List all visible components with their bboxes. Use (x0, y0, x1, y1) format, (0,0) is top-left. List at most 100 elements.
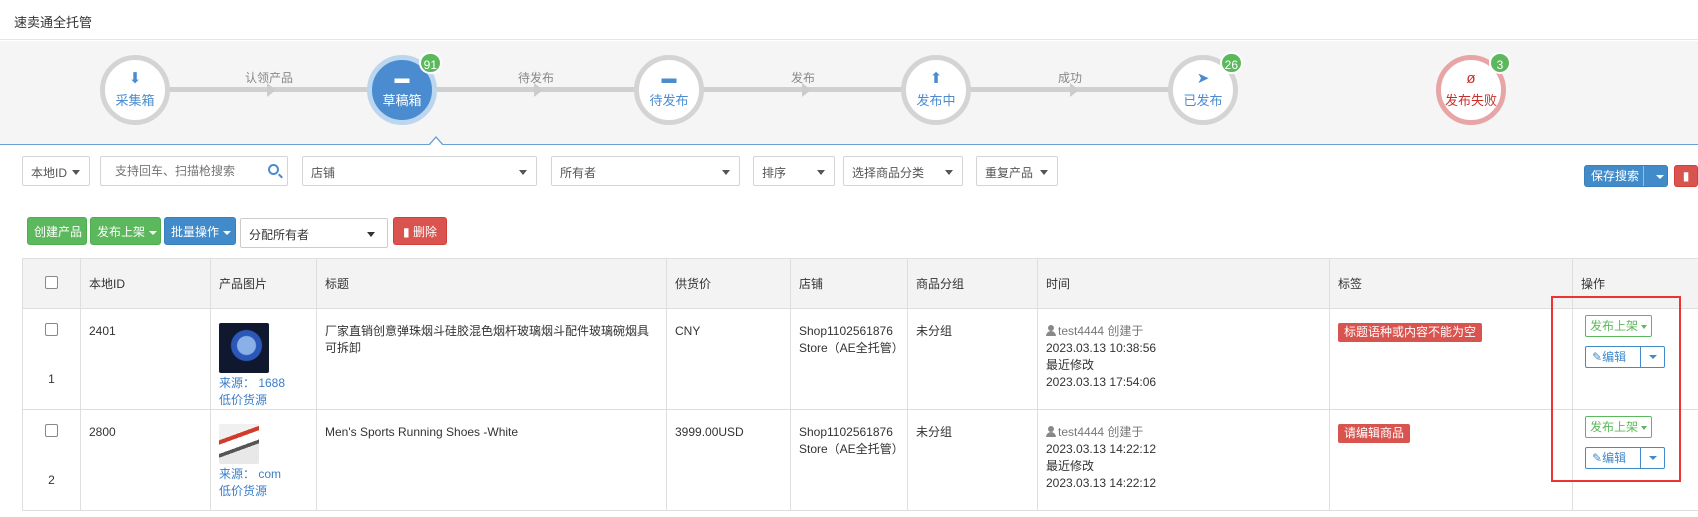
shop-cell: Shop1102561876 Store（AE全托管） (790, 409, 908, 511)
column-header: 商品分组 (907, 258, 1038, 309)
row-checkbox[interactable] (45, 424, 58, 437)
search-box[interactable] (100, 156, 288, 186)
caret-down-icon (223, 230, 232, 235)
local-id-cell: 2800 (80, 409, 211, 511)
status-badge: 标题语种或内容不能为空 (1338, 323, 1483, 342)
trash-icon[interactable]: ▮ (1674, 165, 1698, 187)
tag-cell: 标题语种或内容不能为空 (1329, 308, 1573, 410)
transition-label: 成功 (1058, 71, 1083, 85)
column-header: 本地ID (80, 258, 211, 309)
step-draft[interactable]: ▬ 草稿箱 91 (367, 52, 442, 125)
sort-select[interactable]: 排序 (753, 156, 835, 186)
row-number: 2 (48, 473, 55, 487)
step-publishing[interactable]: ⬆ 发布中 (901, 55, 971, 125)
select-value: 本地ID (31, 166, 68, 180)
product-thumbnail[interactable] (219, 424, 259, 464)
step-label: 草稿箱 (382, 93, 422, 108)
source-link[interactable]: 来源： com (219, 467, 281, 481)
owner-select[interactable]: 所有者 (551, 156, 740, 186)
group-cell: 未分组 (907, 308, 1038, 410)
step-count-badge: 26 (1219, 52, 1243, 74)
save-search-button[interactable]: 保存搜索 (1584, 165, 1668, 187)
select-value: 店铺 (311, 166, 336, 180)
price-cell: 3999.00USD (666, 409, 791, 511)
step-collect[interactable]: ⬇ 采集箱 (100, 55, 170, 125)
step-label: 采集箱 (115, 93, 155, 108)
tag-cell: 请编辑商品 (1329, 409, 1573, 511)
modified-time: 2023.03.13 14:22:12 (1046, 476, 1157, 490)
workflow-steps: 认领产品 待发布 发布 成功 ⬇ 采集箱 ▬ 草稿箱 91 ▬ 待发布 ⬆ 发布… (0, 41, 1698, 145)
image-cell: 来源： com 低价货源 (210, 409, 317, 511)
trash-icon: ▮ (403, 225, 410, 239)
select-all-checkbox-cell (22, 258, 81, 309)
shop-select[interactable]: 店铺 (302, 156, 537, 186)
column-header: 供货价 (666, 258, 791, 309)
title-cell: Men's Sports Running Shoes -White (316, 409, 667, 511)
batch-actions-button[interactable]: 批量操作 (164, 217, 236, 245)
column-header: 标题 (316, 258, 667, 309)
row-number: 1 (48, 372, 55, 386)
search-input[interactable] (115, 157, 265, 185)
step-label: 发布失败 (1444, 93, 1497, 108)
price-cell: CNY (666, 308, 791, 410)
column-header: 标签 (1329, 258, 1573, 309)
select-value: 所有者 (560, 166, 597, 180)
duplicate-select[interactable]: 重复产品 (976, 156, 1058, 186)
title-cell: 厂家直销创意弹珠烟斗硅胶混色烟杆玻璃烟斗配件玻璃碗烟具可拆卸 (316, 308, 667, 410)
low-price-source-link[interactable]: 低价货源 (219, 484, 267, 498)
download-icon: ⬇ (128, 70, 142, 87)
transition-label: 认领产品 (245, 71, 294, 85)
select-all-checkbox[interactable] (45, 275, 58, 289)
caret-down-icon (367, 232, 375, 237)
time-cell: test4444 创建于 2023.03.13 10:38:56 最近修改 20… (1037, 308, 1330, 410)
publish-dropdown-button[interactable]: 发布上架 (90, 217, 161, 245)
select-value: 分配所有者 (249, 228, 310, 242)
step-count-badge: 91 (418, 52, 442, 74)
search-icon[interactable] (268, 164, 279, 175)
status-badge: 请编辑商品 (1338, 424, 1411, 443)
modified-time: 2023.03.13 17:54:06 (1046, 375, 1157, 389)
column-header: 店铺 (790, 258, 908, 309)
created-label: 创建于 (1107, 324, 1144, 338)
app-title: 速卖通全托管 (14, 15, 93, 30)
row-checkbox[interactable] (45, 323, 58, 336)
group-cell: 未分组 (907, 409, 1038, 511)
caret-down-icon (149, 230, 158, 235)
caret-down-icon[interactable] (1656, 174, 1665, 179)
user-icon (1046, 325, 1056, 336)
step-pending[interactable]: ▬ 待发布 (634, 55, 704, 125)
step-label: 发布中 (916, 93, 956, 108)
folder-icon: ▬ (394, 70, 410, 87)
low-price-source-link[interactable]: 低价货源 (219, 393, 267, 407)
shop-cell: Shop1102561876 Store（AE全托管） (790, 308, 908, 410)
table-header-row: 本地ID 产品图片 标题 供货价 店铺 商品分组 时间 标签 操作 (22, 258, 1698, 309)
select-value: 选择商品分类 (852, 166, 925, 180)
delete-button[interactable]: ▮ 删除 (393, 217, 447, 245)
step-label: 待发布 (649, 93, 689, 108)
local-id-select[interactable]: 本地ID (22, 156, 90, 186)
table-row: 2 2800 来源： com 低价货源 Men's Sports Running… (22, 409, 1698, 511)
caret-down-icon (722, 170, 730, 175)
transition-label: 发布 (791, 71, 816, 85)
transition-label: 待发布 (518, 71, 555, 85)
button-label: 删除 (412, 225, 437, 239)
upload-icon: ⬆ (929, 70, 943, 87)
category-select[interactable]: 选择商品分类 (843, 156, 963, 186)
step-failed[interactable]: ø 发布失败 3 (1436, 52, 1511, 125)
caret-down-icon (72, 170, 80, 175)
create-product-button[interactable]: 创建产品 (27, 217, 87, 245)
user-name: test4444 (1058, 324, 1105, 338)
folder-icon: ▬ (661, 70, 677, 87)
step-label: 已发布 (1183, 93, 1223, 108)
time-cell: test4444 创建于 2023.03.13 14:22:12 最近修改 20… (1037, 409, 1330, 511)
annotation-highlight-box (1551, 296, 1681, 482)
column-header: 时间 (1037, 258, 1330, 309)
local-id-cell: 2401 (80, 308, 211, 410)
product-thumbnail[interactable] (219, 323, 269, 373)
row-select-cell: 2 (22, 409, 81, 511)
button-label: 保存搜索 (1591, 169, 1640, 183)
assign-owner-select[interactable]: 分配所有者 (240, 218, 388, 248)
source-link[interactable]: 来源： 1688 (219, 376, 285, 390)
created-label: 创建于 (1107, 425, 1144, 439)
step-published[interactable]: ➤ 已发布 26 (1168, 52, 1243, 125)
